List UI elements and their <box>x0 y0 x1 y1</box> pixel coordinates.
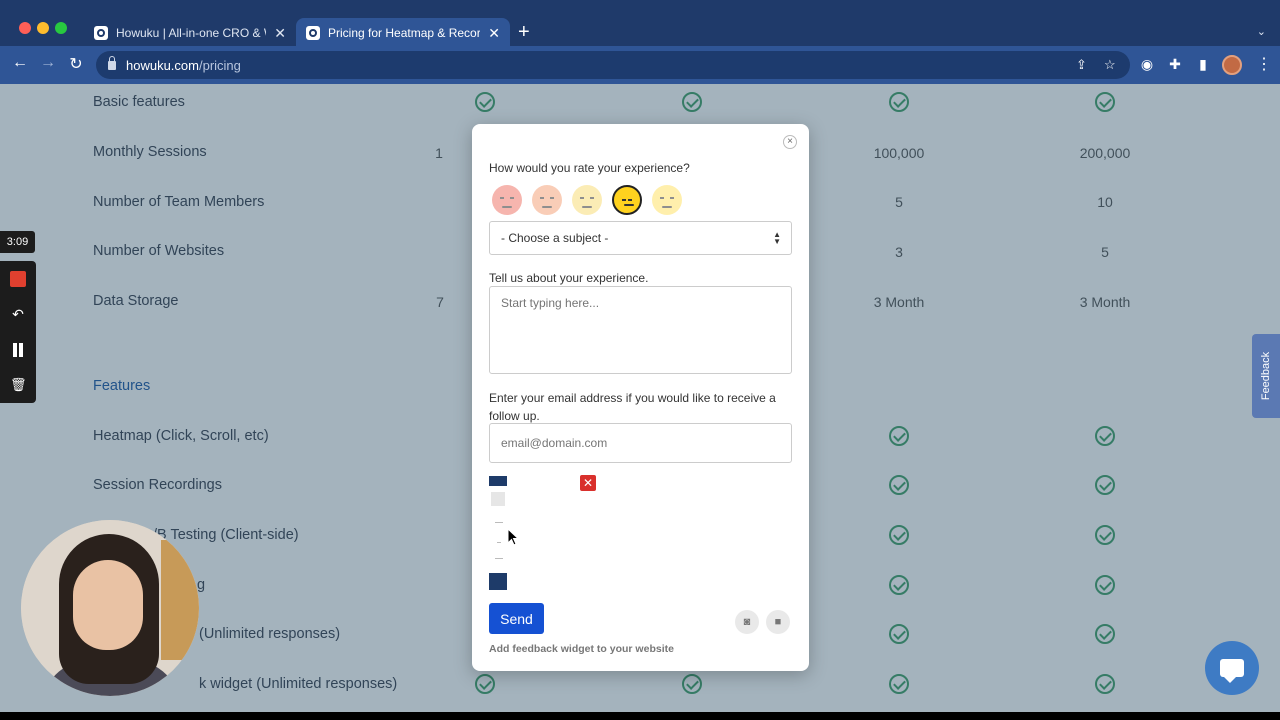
subject-select-value: - Choose a subject - <box>501 231 609 245</box>
back-arrow-icon[interactable]: ← <box>9 54 31 72</box>
email-field[interactable] <box>489 423 792 463</box>
recording-timer: 3:09 <box>0 231 35 253</box>
tab-title: Howuku | All-in-one CRO & We <box>116 26 267 40</box>
extensions-puzzle-icon[interactable]: ✚ <box>1166 56 1184 74</box>
select-arrows-icon: ▲ ▼ <box>773 230 781 246</box>
stop-recording-icon[interactable] <box>10 271 26 287</box>
recorder-controls: ↶ 🗑 <box>0 261 36 403</box>
chat-launcher-button[interactable] <box>1205 641 1259 695</box>
url-path: /pricing <box>198 57 241 73</box>
window-minimize-button[interactable] <box>37 22 49 34</box>
howuku-favicon-icon <box>94 26 108 40</box>
video-camera-icon[interactable]: ■ <box>766 610 790 634</box>
profile-avatar[interactable] <box>1222 55 1242 75</box>
feedback-tab-label: Feedback <box>1260 351 1272 401</box>
howuku-favicon-icon <box>306 26 320 40</box>
pause-icon[interactable] <box>10 342 26 358</box>
browser-toolbar: ← → ↻ howuku.com/pricing ⇪ ☆ ◉ ✚ ▮ ⋮ <box>0 46 1280 84</box>
rating-emoji-row <box>492 185 682 215</box>
screenshot-thumbnail[interactable] <box>489 476 507 590</box>
side-panel-icon[interactable]: ▮ <box>1194 56 1212 74</box>
url-host: howuku.com <box>126 57 199 73</box>
tab-search-icon[interactable]: ⌄ <box>1257 25 1266 38</box>
feedback-side-tab[interactable]: Feedback <box>1252 334 1280 418</box>
share-icon[interactable]: ⇪ <box>1076 57 1087 73</box>
window-close-button[interactable] <box>19 22 31 34</box>
address-bar[interactable]: howuku.com/pricing <box>96 51 1130 79</box>
tab-title: Pricing for Heatmap & Recordir <box>328 26 481 40</box>
webcam-bubble[interactable] <box>21 520 199 696</box>
trash-icon[interactable]: 🗑 <box>10 377 27 393</box>
tab-close-icon[interactable]: ✕ <box>274 25 286 42</box>
experience-label: Tell us about your experience. <box>489 271 649 285</box>
reload-icon[interactable]: ↻ <box>65 54 87 74</box>
close-icon[interactable]: × <box>783 135 797 149</box>
tab-close-icon[interactable]: ✕ <box>488 25 500 42</box>
bookmark-star-icon[interactable]: ☆ <box>1104 57 1116 73</box>
rating-question: How would you rate your experience? <box>489 161 690 175</box>
window-maximize-button[interactable] <box>55 22 67 34</box>
very-happy-face-icon[interactable] <box>652 185 682 215</box>
extension-record-icon[interactable]: ◉ <box>1138 56 1156 74</box>
happy-face-icon[interactable] <box>612 185 642 215</box>
browser-chrome: Howuku | All-in-one CRO & We ✕ Pricing f… <box>0 0 1280 84</box>
remove-screenshot-icon[interactable]: ✕ <box>580 475 596 491</box>
angry-face-icon[interactable] <box>492 185 522 215</box>
menu-kebab-icon[interactable]: ⋮ <box>1256 54 1272 74</box>
tab-howuku-home[interactable]: Howuku | All-in-one CRO & We ✕ <box>84 18 296 48</box>
send-button[interactable]: Send <box>489 603 544 634</box>
camera-icon[interactable]: ◙ <box>735 610 759 634</box>
mouse-cursor-icon <box>507 528 519 546</box>
chat-icon <box>1220 659 1244 683</box>
tab-strip: Howuku | All-in-one CRO & We ✕ Pricing f… <box>0 8 1280 48</box>
undo-icon[interactable]: ↶ <box>10 306 26 322</box>
add-widget-link[interactable]: Add feedback widget to your website <box>489 643 674 655</box>
neutral-face-icon[interactable] <box>572 185 602 215</box>
new-tab-button[interactable]: + <box>518 22 530 42</box>
experience-textarea[interactable] <box>489 286 792 374</box>
tab-pricing[interactable]: Pricing for Heatmap & Recordir ✕ <box>296 18 510 48</box>
lock-icon <box>108 55 116 70</box>
forward-arrow-icon[interactable]: → <box>37 54 59 72</box>
sad-face-icon[interactable] <box>532 185 562 215</box>
subject-select[interactable]: - Choose a subject - ▲ ▼ <box>489 221 792 255</box>
email-label: Enter your email address if you would li… <box>489 391 776 423</box>
feedback-modal: × How would you rate your experience? - … <box>472 124 809 671</box>
